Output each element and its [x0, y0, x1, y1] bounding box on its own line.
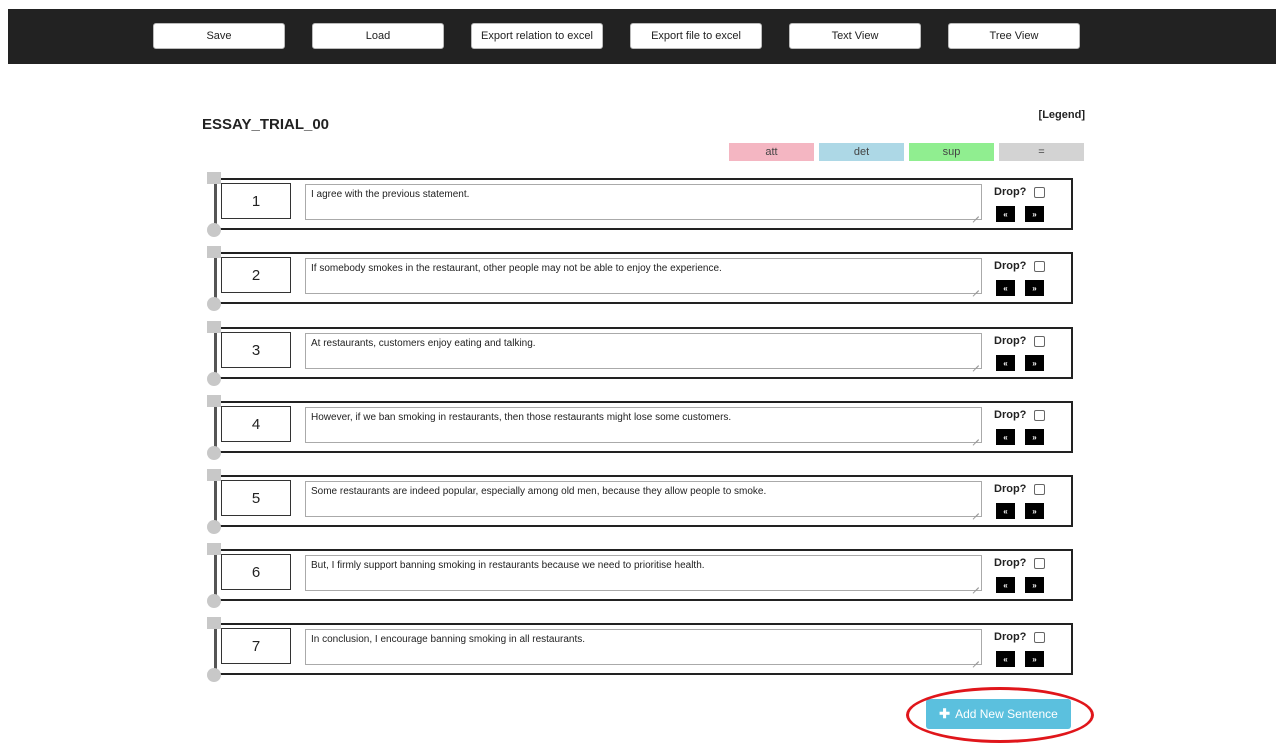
drop-checkbox[interactable]	[1034, 261, 1045, 272]
sentence-text: If somebody smokes in the restaurant, ot…	[311, 263, 722, 274]
sentence-text-area[interactable]: But, I firmly support banning smoking in…	[305, 555, 982, 591]
sentence-row: 2 If somebody smokes in the restaurant, …	[207, 246, 1073, 311]
sentence-row: 1 I agree with the previous statement. D…	[207, 172, 1073, 237]
sentence-row: 6 But, I firmly support banning smoking …	[207, 543, 1073, 608]
drag-handle-top[interactable]	[207, 246, 221, 258]
drag-handle-top[interactable]	[207, 543, 221, 555]
export-relation-button[interactable]: Export relation to excel	[471, 23, 603, 49]
move-left-button[interactable]: «	[996, 206, 1015, 222]
drop-checkbox[interactable]	[1034, 336, 1045, 347]
drag-handle-top[interactable]	[207, 617, 221, 629]
sentence-text: In conclusion, I encourage banning smoki…	[311, 634, 586, 645]
sentence-text-area[interactable]: In conclusion, I encourage banning smoki…	[305, 629, 982, 665]
resize-grip-icon[interactable]	[972, 433, 979, 440]
sentence-text: Some restaurants are indeed popular, esp…	[311, 486, 767, 497]
top-toolbar: Save Load Export relation to excel Expor…	[8, 9, 1276, 64]
legend-equal: =	[999, 143, 1084, 161]
sentence-number: 3	[221, 332, 291, 368]
sentence-number: 5	[221, 480, 291, 516]
sentence-text-area[interactable]: At restaurants, customers enjoy eating a…	[305, 333, 982, 369]
resize-grip-icon[interactable]	[972, 284, 979, 291]
plus-icon: ✚	[939, 706, 951, 721]
sentence-text: At restaurants, customers enjoy eating a…	[311, 338, 536, 349]
move-left-button[interactable]: «	[996, 503, 1015, 519]
legend-sup: sup	[909, 143, 994, 161]
move-right-button[interactable]: »	[1025, 206, 1044, 222]
drag-handle-bottom[interactable]	[207, 520, 221, 534]
move-right-button[interactable]: »	[1025, 577, 1044, 593]
drag-handle-bottom[interactable]	[207, 446, 221, 460]
drop-label: Drop?	[994, 186, 1027, 198]
drag-handle-bottom[interactable]	[207, 594, 221, 608]
move-left-button[interactable]: «	[996, 651, 1015, 667]
legend-det: det	[819, 143, 904, 161]
drop-label: Drop?	[994, 409, 1027, 421]
sentence-text: However, if we ban smoking in restaurant…	[311, 412, 732, 423]
sentence-text-area[interactable]: However, if we ban smoking in restaurant…	[305, 407, 982, 443]
drag-handle-top[interactable]	[207, 469, 221, 481]
move-right-button[interactable]: »	[1025, 503, 1044, 519]
legend-link[interactable]: [Legend]	[1039, 109, 1085, 121]
resize-grip-icon[interactable]	[972, 655, 979, 662]
drag-handle-bottom[interactable]	[207, 668, 221, 682]
drop-label: Drop?	[994, 631, 1027, 643]
resize-grip-icon[interactable]	[972, 507, 979, 514]
sentence-text-area[interactable]: I agree with the previous statement.	[305, 184, 982, 220]
load-button[interactable]: Load	[312, 23, 444, 49]
sentence-text: I agree with the previous statement.	[311, 189, 470, 200]
move-left-button[interactable]: «	[996, 355, 1015, 371]
drop-label: Drop?	[994, 335, 1027, 347]
sentence-row: 7 In conclusion, I encourage banning smo…	[207, 617, 1073, 682]
move-right-button[interactable]: »	[1025, 651, 1044, 667]
sentence-row: 5 Some restaurants are indeed popular, e…	[207, 469, 1073, 534]
text-view-button[interactable]: Text View	[789, 23, 921, 49]
drop-checkbox[interactable]	[1034, 187, 1045, 198]
move-right-button[interactable]: »	[1025, 429, 1044, 445]
sentence-number: 6	[221, 554, 291, 590]
drag-handle-bottom[interactable]	[207, 223, 221, 237]
drop-checkbox[interactable]	[1034, 410, 1045, 421]
sentence-row: 4 However, if we ban smoking in restaura…	[207, 395, 1073, 460]
add-new-sentence-label: Add New Sentence	[955, 707, 1058, 721]
sentence-row: 3 At restaurants, customers enjoy eating…	[207, 321, 1073, 386]
drag-handle-top[interactable]	[207, 321, 221, 333]
sentence-number: 4	[221, 406, 291, 442]
save-button[interactable]: Save	[153, 23, 285, 49]
move-left-button[interactable]: «	[996, 577, 1015, 593]
sentence-text: But, I firmly support banning smoking in…	[311, 560, 705, 571]
resize-grip-icon[interactable]	[972, 359, 979, 366]
essay-title: ESSAY_TRIAL_00	[202, 116, 330, 133]
drop-label: Drop?	[994, 483, 1027, 495]
move-right-button[interactable]: »	[1025, 280, 1044, 296]
drop-checkbox[interactable]	[1034, 558, 1045, 569]
move-right-button[interactable]: »	[1025, 355, 1044, 371]
drag-handle-bottom[interactable]	[207, 297, 221, 311]
sentence-number: 2	[221, 257, 291, 293]
drop-label: Drop?	[994, 557, 1027, 569]
add-new-sentence-button[interactable]: ✚ Add New Sentence	[926, 699, 1071, 729]
legend-att: att	[729, 143, 814, 161]
sentence-number: 1	[221, 183, 291, 219]
sentence-text-area[interactable]: Some restaurants are indeed popular, esp…	[305, 481, 982, 517]
resize-grip-icon[interactable]	[972, 581, 979, 588]
drop-label: Drop?	[994, 260, 1027, 272]
resize-grip-icon[interactable]	[972, 210, 979, 217]
export-file-button[interactable]: Export file to excel	[630, 23, 762, 49]
drag-handle-top[interactable]	[207, 172, 221, 184]
sentence-text-area[interactable]: If somebody smokes in the restaurant, ot…	[305, 258, 982, 294]
move-left-button[interactable]: «	[996, 280, 1015, 296]
drag-handle-top[interactable]	[207, 395, 221, 407]
drag-handle-bottom[interactable]	[207, 372, 221, 386]
drop-checkbox[interactable]	[1034, 632, 1045, 643]
tree-view-button[interactable]: Tree View	[948, 23, 1080, 49]
drop-checkbox[interactable]	[1034, 484, 1045, 495]
sentence-number: 7	[221, 628, 291, 664]
move-left-button[interactable]: «	[996, 429, 1015, 445]
